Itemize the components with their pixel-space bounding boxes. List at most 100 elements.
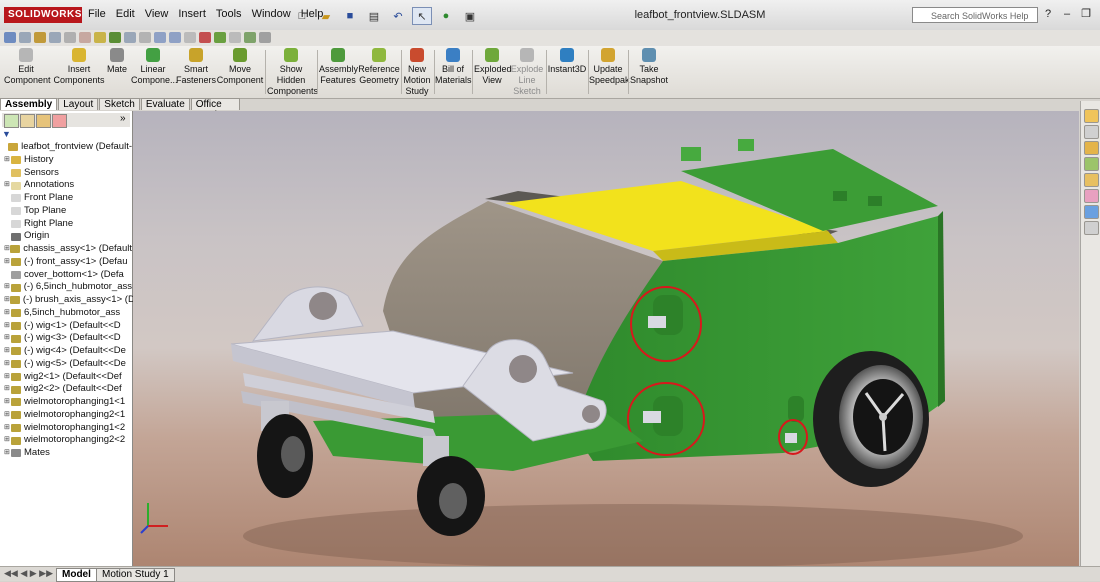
toolbar-tool-icon[interactable] [154, 32, 166, 43]
file-explorer-icon[interactable] [1084, 141, 1099, 155]
expand-toggle-icon[interactable]: ⊞ [4, 307, 11, 320]
tree-item[interactable]: ⊞ (-) wig<1> (Default<<D [4, 320, 132, 333]
update-speedpak-button[interactable]: Update Speedpak [589, 48, 630, 86]
menu-edit[interactable]: Edit [116, 8, 135, 20]
tree-item[interactable]: ⊞ (-) wig<5> (Default<<De [4, 358, 132, 371]
toolbar-tool-icon[interactable] [4, 32, 16, 43]
expand-toggle-icon[interactable]: ⊞ [4, 434, 11, 447]
filter-icon[interactable]: ▼ [2, 129, 11, 139]
instant3d-button[interactable]: Instant3D [547, 48, 587, 75]
graphics-viewport[interactable]: ⌕ ⌕ ↶ ◧ ▣ ◫ ◎ ◕ ▦ [133, 111, 1079, 566]
expand-toggle-icon[interactable]: ⊞ [4, 371, 11, 384]
expand-toggle-icon[interactable]: ⊞ [4, 332, 11, 345]
tree-item[interactable]: Front Plane [4, 192, 132, 205]
tab-layout[interactable]: Layout [58, 98, 99, 110]
view-palette-icon[interactable] [1084, 173, 1099, 187]
tab-scroll-arrows-icon[interactable]: ◀◀ ◀ ▶ ▶▶ [4, 568, 53, 579]
toolbar-tool-icon[interactable] [139, 32, 151, 43]
expand-toggle-icon[interactable]: ⊞ [4, 320, 11, 333]
rebuild-icon[interactable]: ● [436, 7, 456, 25]
solidworks-resources-icon[interactable] [1084, 109, 1099, 123]
exploded-view-button[interactable]: Exploded View [474, 48, 512, 86]
tree-item[interactable]: Right Plane [4, 218, 132, 231]
toolbar-tool-icon[interactable] [64, 32, 76, 43]
tree-item[interactable]: ⊞ wielmotorophanging2<2 [4, 434, 132, 447]
explode-line-sketch-button[interactable]: Explode Line Sketch [510, 48, 544, 97]
new-document-icon[interactable]: □ [292, 7, 312, 25]
toolbar-tool-icon[interactable] [94, 32, 106, 43]
expand-toggle-icon[interactable]: ⊞ [4, 179, 11, 192]
search-help-input[interactable]: Search SolidWorks Help [912, 7, 1038, 23]
tree-item[interactable]: ⊞ wielmotorophanging1<1 [4, 396, 132, 409]
tree-item[interactable]: ⊞ (-) 6,5inch_hubmotor_ass [4, 281, 132, 294]
robot-model-render[interactable] [133, 111, 1079, 566]
tree-item[interactable]: Sensors [4, 167, 132, 180]
toolbar-tool-icon[interactable] [19, 32, 31, 43]
menu-window[interactable]: Window [252, 8, 291, 20]
expand-toggle-icon[interactable]: ⊞ [4, 396, 11, 409]
property-manager-icon[interactable] [20, 114, 35, 128]
select-pointer-icon[interactable]: ↖ [412, 7, 432, 25]
options-icon[interactable]: ▣ [460, 7, 480, 25]
expand-toggle-icon[interactable]: ⊞ [4, 281, 11, 294]
toolbar-tool-icon[interactable] [49, 32, 61, 43]
expand-toggle-icon[interactable]: ⊞ [4, 383, 11, 396]
expand-toggle-icon[interactable]: ⊞ [4, 358, 11, 371]
expand-toggle-icon[interactable]: ⊞ [4, 409, 11, 422]
tree-item[interactable]: ⊞ History [4, 154, 132, 167]
toolbar-tool-icon[interactable] [214, 32, 226, 43]
menu-insert[interactable]: Insert [178, 8, 206, 20]
tree-item[interactable]: ⊞ chassis_assy<1> (Default [4, 243, 132, 256]
search-results-icon[interactable] [1084, 157, 1099, 171]
linear-component-pattern-button[interactable]: Linear Compone... [131, 48, 178, 86]
undo-icon[interactable]: ↶ [388, 7, 408, 25]
menu-view[interactable]: View [145, 8, 169, 20]
tree-item[interactable]: ⊞ wielmotorophanging2<1 [4, 409, 132, 422]
toolbar-tool-icon[interactable] [34, 32, 46, 43]
menu-file[interactable]: File [88, 8, 106, 20]
tree-item[interactable]: ⊞ wielmotorophanging1<2 [4, 422, 132, 435]
tree-item[interactable]: ⊞ (-) brush_axis_assy<1> (D [4, 294, 135, 307]
save-icon[interactable]: ■ [340, 7, 360, 25]
new-motion-study-button[interactable]: New Motion Study [402, 48, 432, 97]
tree-item[interactable]: ⊞ wig2<2> (Default<<Def [4, 383, 132, 396]
toolbar-tool-icon[interactable] [259, 32, 271, 43]
appearances-icon[interactable] [1084, 189, 1099, 203]
edit-component-button[interactable]: Edit Component [4, 48, 51, 86]
toolbar-tool-icon[interactable] [109, 32, 121, 43]
minimize-icon[interactable]: – [1059, 6, 1075, 22]
toolbar-tool-icon[interactable] [124, 32, 136, 43]
tree-item[interactable]: Top Plane [4, 205, 132, 218]
solidworks-logo[interactable]: SOLIDWORKS [4, 7, 82, 23]
toolbar-tool-icon[interactable] [79, 32, 91, 43]
tab-sketch[interactable]: Sketch [99, 98, 140, 110]
tree-item[interactable]: ⊞ wig2<1> (Default<<Def [4, 371, 132, 384]
custom-properties-icon[interactable] [1084, 205, 1099, 219]
expand-toggle-icon[interactable]: ⊞ [4, 345, 11, 358]
design-library-icon[interactable] [1084, 125, 1099, 139]
toolbar-tool-icon[interactable] [184, 32, 196, 43]
viewport-close-icon[interactable]: ✕ [1040, 111, 1048, 112]
expand-toggle-icon[interactable]: ⊞ [4, 294, 10, 307]
tree-item[interactable]: ⊞ Annotations [4, 179, 132, 192]
smart-fasteners-button[interactable]: Smart Fasteners [176, 48, 216, 86]
take-snapshot-button[interactable]: Take Snapshot [630, 48, 668, 86]
toolbar-tool-icon[interactable] [229, 32, 241, 43]
tree-item[interactable]: cover_bottom<1> (Defa [4, 269, 132, 282]
tree-item[interactable]: Origin [4, 230, 132, 243]
expand-toggle-icon[interactable]: ⊞ [4, 256, 11, 269]
expand-toggle-icon[interactable]: ⊞ [4, 447, 11, 460]
menu-tools[interactable]: Tools [216, 8, 242, 20]
mate-button[interactable]: Mate [104, 48, 130, 75]
tree-item[interactable]: ⊞ 6,5inch_hubmotor_ass [4, 307, 132, 320]
expand-toggle-icon[interactable]: ⊞ [4, 154, 11, 167]
tree-item[interactable]: ⊞ (-) wig<4> (Default<<De [4, 345, 132, 358]
tree-item[interactable]: ⊞ (-) wig<3> (Default<<D [4, 332, 132, 345]
reference-geometry-button[interactable]: Reference Geometry [358, 48, 400, 86]
print-icon[interactable]: ▤ [364, 7, 384, 25]
expand-panel-icon[interactable]: » [120, 113, 126, 124]
viewport-restore-icon[interactable]: ❐ [1011, 111, 1019, 112]
insert-components-button[interactable]: Insert Components [52, 48, 106, 86]
appearance-manager-icon[interactable] [52, 114, 67, 128]
toolbar-tool-icon[interactable] [244, 32, 256, 43]
